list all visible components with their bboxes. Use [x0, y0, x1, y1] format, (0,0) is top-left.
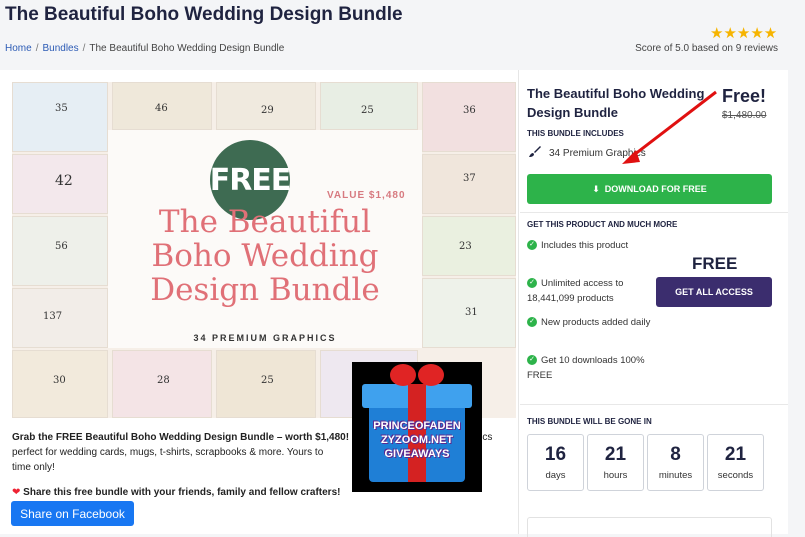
graphic-tile: 30	[12, 350, 108, 418]
page-title: The Beautiful Boho Wedding Design Bundle	[5, 4, 403, 25]
membership-price: FREE	[692, 254, 738, 273]
check-icon: ✓	[527, 317, 537, 328]
graphic-tile: 25	[320, 82, 418, 130]
includes-item: 34 Premium Graphics	[549, 148, 646, 159]
check-icon: ✓	[527, 278, 537, 289]
download-label: DOWNLOAD FOR FREE	[604, 184, 707, 194]
watermark-text: GIVEAWAYS	[384, 448, 450, 460]
value-label: VALUE $1,480	[327, 190, 406, 201]
breadcrumb-bundles-link[interactable]: Bundles	[42, 43, 78, 54]
check-icon: ✓	[527, 240, 537, 251]
benefit-item: ✓ Unlimited access to 18,441,099 products	[527, 278, 624, 304]
download-icon: ⬇	[592, 183, 600, 194]
share-facebook-button[interactable]: Share on Facebook	[11, 501, 134, 526]
breadcrumb-separator: /	[82, 43, 86, 54]
watermark-text: ZYZOOM.NET	[380, 434, 454, 446]
check-icon: ✓	[527, 355, 537, 366]
breadcrumb: Home / Bundles / The Beautiful Boho Wedding …	[5, 43, 284, 54]
countdown-heading: THIS BUNDLE WILL BE GONE IN	[527, 417, 652, 426]
hero-title: The Beautiful Boho Wedding Design Bundle	[120, 205, 410, 307]
divider	[520, 212, 788, 213]
hero-title-line: Boho Wedding	[151, 238, 379, 274]
graphic-tile: 137	[12, 288, 108, 348]
graphic-tile: 37	[422, 154, 516, 214]
review-score[interactable]: Score of 5.0 based on 9 reviews	[635, 43, 778, 54]
membership-heading: GET THIS PRODUCT AND MUCH MORE	[527, 220, 678, 229]
benefit-item: ✓ New products added daily	[527, 315, 652, 330]
countdown-days: 16 days	[527, 434, 584, 491]
share-prompt: ❤ Share this free bundle with your frien…	[12, 487, 340, 498]
graphic-tile: 28	[112, 350, 212, 418]
watermark-text: PRINCEOFADEN	[373, 420, 461, 432]
countdown-minutes: 8 minutes	[647, 434, 704, 491]
countdown-seconds: 21 seconds	[707, 434, 764, 491]
graphic-tile: 56	[12, 216, 108, 286]
price-original: $1,480.00	[722, 110, 767, 121]
rating-stars[interactable]: ★★★★★	[710, 24, 777, 42]
hero-subtitle: 34 PREMIUM GRAPHICS	[193, 333, 337, 343]
countdown-hours: 21 hours	[587, 434, 644, 491]
price-current: Free!	[722, 86, 767, 106]
product-title: The Beautiful Boho Wedding Design Bundle	[527, 86, 705, 120]
description-bold: Grab the FREE Beautiful Boho Wedding Des…	[12, 432, 350, 443]
heart-icon: ❤	[12, 487, 21, 498]
breadcrumb-current: The Beautiful Boho Wedding Design Bundle	[89, 43, 285, 54]
graphic-tile: 42	[12, 154, 108, 214]
benefit-item: ✓ Includes this product	[527, 238, 652, 253]
graphic-tile: 36	[422, 82, 516, 152]
includes-heading: THIS BUNDLE INCLUDES	[527, 129, 624, 138]
get-all-access-button[interactable]: GET ALL ACCESS	[656, 277, 772, 307]
share-text: Share this free bundle with your friends…	[23, 487, 341, 498]
gift-ribbon	[408, 384, 426, 482]
breadcrumb-home-link[interactable]: Home	[5, 43, 32, 54]
graphic-tile: 23	[422, 216, 516, 276]
sidebar-next-panel	[527, 517, 772, 537]
benefit-item: ✓ Get 10 downloads 100% FREE	[527, 355, 645, 381]
divider	[520, 404, 788, 405]
graphic-tile: 31	[422, 278, 516, 348]
graphic-tile: 29	[216, 82, 316, 130]
download-button[interactable]: ⬇ DOWNLOAD FOR FREE	[527, 174, 772, 204]
breadcrumb-separator: /	[35, 43, 39, 54]
giveaway-watermark[interactable]: PRINCEOFADEN ZYZOOM.NET GIVEAWAYS	[352, 362, 482, 492]
graphic-tile: 35	[12, 82, 108, 152]
hero-title-line: The Beautiful	[158, 204, 372, 240]
graphic-tile: 25	[216, 350, 316, 418]
paintbrush-icon	[529, 146, 541, 157]
hero-title-line: Design Bundle	[150, 272, 380, 308]
gift-bow	[390, 364, 444, 388]
description-text: perfect for wedding cards, mugs, t-shirt…	[12, 447, 324, 458]
graphic-tile: 46	[112, 82, 212, 130]
